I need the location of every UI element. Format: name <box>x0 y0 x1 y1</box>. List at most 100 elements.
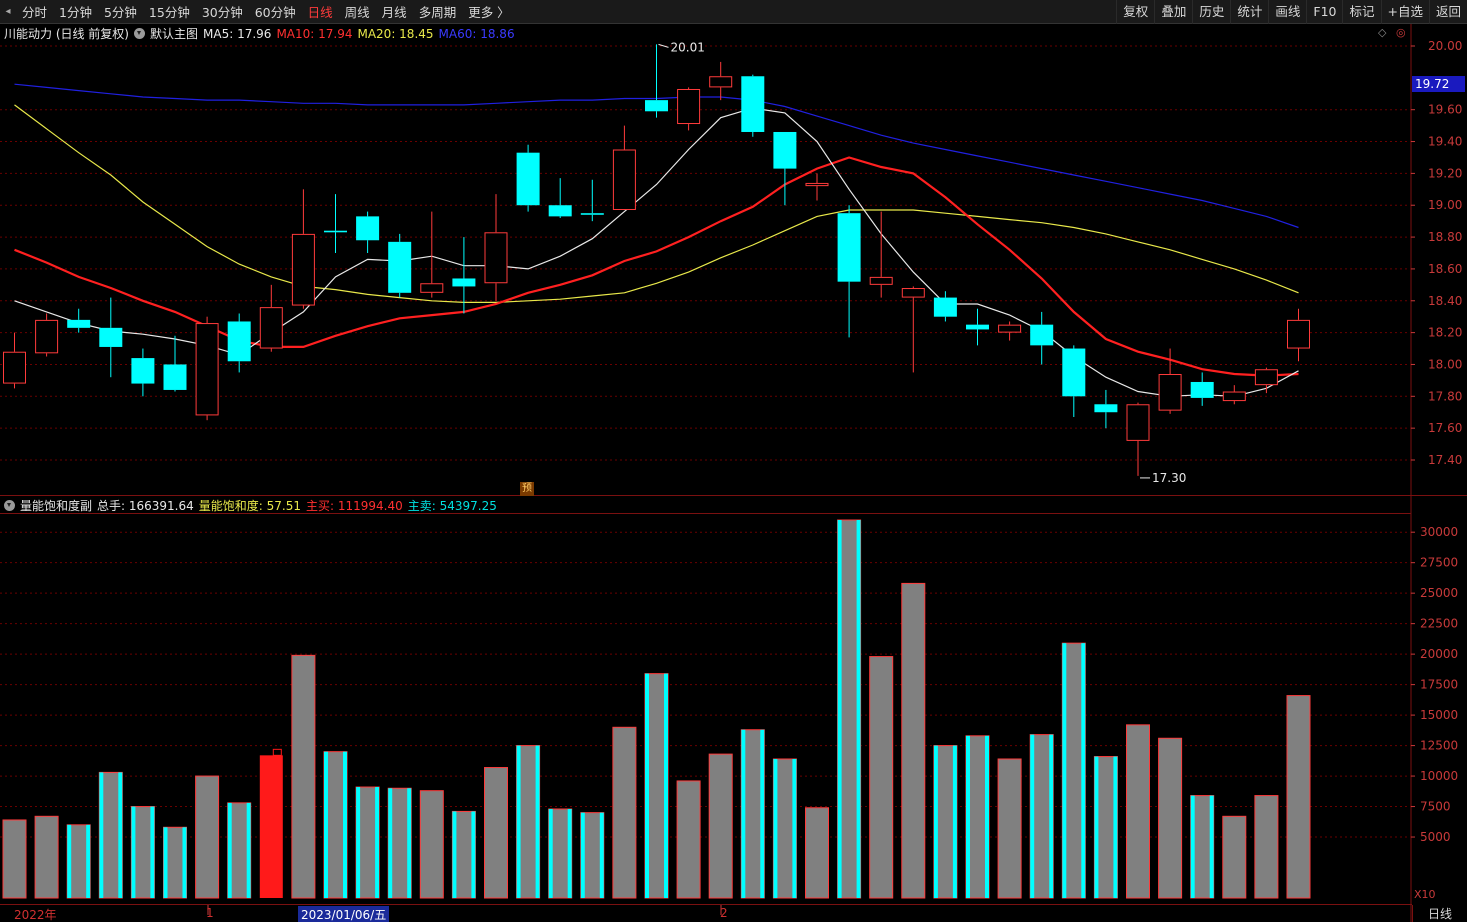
volume-bar-sell-part <box>1062 643 1067 898</box>
volume-bar-sell-part <box>388 788 393 898</box>
volume-bar-sell-part <box>407 788 412 898</box>
volume-bar <box>612 726 637 899</box>
price-tick-label: 18.40 <box>1428 294 1462 308</box>
volume-bar-sell-part <box>580 812 585 898</box>
candle-down <box>1062 348 1086 397</box>
candle-down <box>741 76 765 132</box>
chart-canvas[interactable]: 17.40 17.60 17.80 18.00 18.20 18.40 18.60 18.80… <box>0 0 1467 922</box>
forecast-marker[interactable]: 预 <box>520 482 534 496</box>
candle-down <box>548 205 572 217</box>
candle-up <box>1222 391 1246 402</box>
price-tick-label: 17.60 <box>1428 421 1462 435</box>
scale-factor-label: X10 <box>1414 888 1436 901</box>
candle-up <box>1254 369 1278 386</box>
candle-down <box>837 213 861 282</box>
volume-tick-label: 22500 <box>1420 617 1458 631</box>
volume-tick-label: 15000 <box>1420 708 1458 722</box>
candle-up <box>35 319 59 354</box>
volume-bar-sell-part <box>227 802 232 898</box>
volume-tick-label: 12500 <box>1420 739 1458 753</box>
candle-up <box>998 324 1022 333</box>
candle-down <box>966 324 989 330</box>
volume-bar-sell-part <box>182 827 187 898</box>
volume-bar <box>901 582 926 899</box>
volume-bar-sell-part <box>856 520 861 898</box>
volume-tick-label: 5000 <box>1420 830 1451 844</box>
volume-bar <box>997 758 1022 899</box>
volume-bar <box>1158 737 1183 899</box>
candle-up <box>805 182 829 187</box>
volume-bar-sell-part <box>1209 795 1214 898</box>
candle-up <box>901 288 925 298</box>
volume-tick-label: 25000 <box>1420 586 1458 600</box>
volume-bar-highlight <box>259 755 283 898</box>
price-tick-label: 19.00 <box>1428 198 1462 212</box>
volume-tick-label: 27500 <box>1420 556 1458 570</box>
candle-up <box>1158 374 1182 411</box>
candle-up <box>3 351 26 384</box>
candle-down <box>773 131 797 169</box>
candle-down <box>227 321 251 362</box>
candle-down <box>356 216 380 241</box>
candle-down <box>388 241 412 293</box>
candle-down <box>580 213 604 215</box>
volume-bar-sell-part <box>471 811 476 898</box>
candle-up <box>1287 319 1310 349</box>
candle-down <box>516 152 540 206</box>
price-tick-label: 18.60 <box>1428 262 1462 276</box>
volume-tick-label: 10000 <box>1420 769 1458 783</box>
volume-bar-sell-part <box>985 735 989 898</box>
price-tick-label: 19.40 <box>1428 135 1462 149</box>
volume-bar-sell-part <box>375 787 380 898</box>
volume-bar-sell-part <box>356 787 361 898</box>
volume-tick-label: 7500 <box>1420 800 1451 814</box>
volume-bar <box>484 767 508 899</box>
candle-down <box>99 327 123 347</box>
volume-bar-sell-part <box>837 520 842 898</box>
volume-bar <box>708 753 733 899</box>
price-tick-label: 19.60 <box>1428 103 1462 117</box>
volume-bar-sell-part <box>1081 643 1086 898</box>
candle-up <box>612 149 636 211</box>
volume-bar-sell-part <box>933 745 938 898</box>
candle-up <box>484 232 508 284</box>
volume-bar-sell-part <box>952 745 957 898</box>
month-2-label: 2 <box>720 906 728 920</box>
price-tick-label: 20.00 <box>1428 39 1462 53</box>
price-tick-label: 19.20 <box>1428 166 1462 180</box>
volume-bar-sell-part <box>118 772 123 898</box>
volume-bar-sell-part <box>1094 756 1099 898</box>
volume-bar-sell-part <box>99 772 104 898</box>
volume-bar <box>419 790 444 899</box>
volume-tick-label: 30000 <box>1420 525 1458 539</box>
candle-up <box>709 76 733 88</box>
price-tick-label: 17.40 <box>1428 453 1462 467</box>
cursor-date: 2023/01/06/五 <box>298 906 390 922</box>
volume-bar-sell-part <box>452 811 457 898</box>
volume-bar <box>869 656 894 899</box>
candle-down <box>324 230 347 233</box>
candle-up <box>869 276 893 285</box>
year-label: 2022年 <box>14 908 57 922</box>
volume-bar-sell-part <box>343 751 347 898</box>
candle-down <box>131 358 155 384</box>
volume-bar-marker <box>272 748 282 756</box>
volume-bar <box>676 780 701 899</box>
candle-down <box>67 319 91 328</box>
candle-down <box>163 364 187 390</box>
volume-bar-sell-part <box>1030 734 1035 898</box>
volume-bar-sell-part <box>150 806 155 898</box>
ma20-line <box>14 104 1299 303</box>
price-tick-label: 18.00 <box>1428 357 1462 371</box>
volume-bar <box>1222 815 1247 899</box>
month-1-label: 1 <box>206 906 214 920</box>
volume-bar-sell-part <box>567 808 572 898</box>
volume-bar-sell-part <box>599 812 604 898</box>
volume-bar-sell-part <box>773 758 778 898</box>
volume-bar-sell-part <box>760 729 765 898</box>
period-tag[interactable]: 日线 <box>1412 905 1467 922</box>
volume-bar <box>291 654 316 899</box>
volume-bar-sell-part <box>535 745 540 898</box>
volume-bar-sell-part <box>1190 795 1195 898</box>
volume-bar-sell-part <box>664 673 668 898</box>
